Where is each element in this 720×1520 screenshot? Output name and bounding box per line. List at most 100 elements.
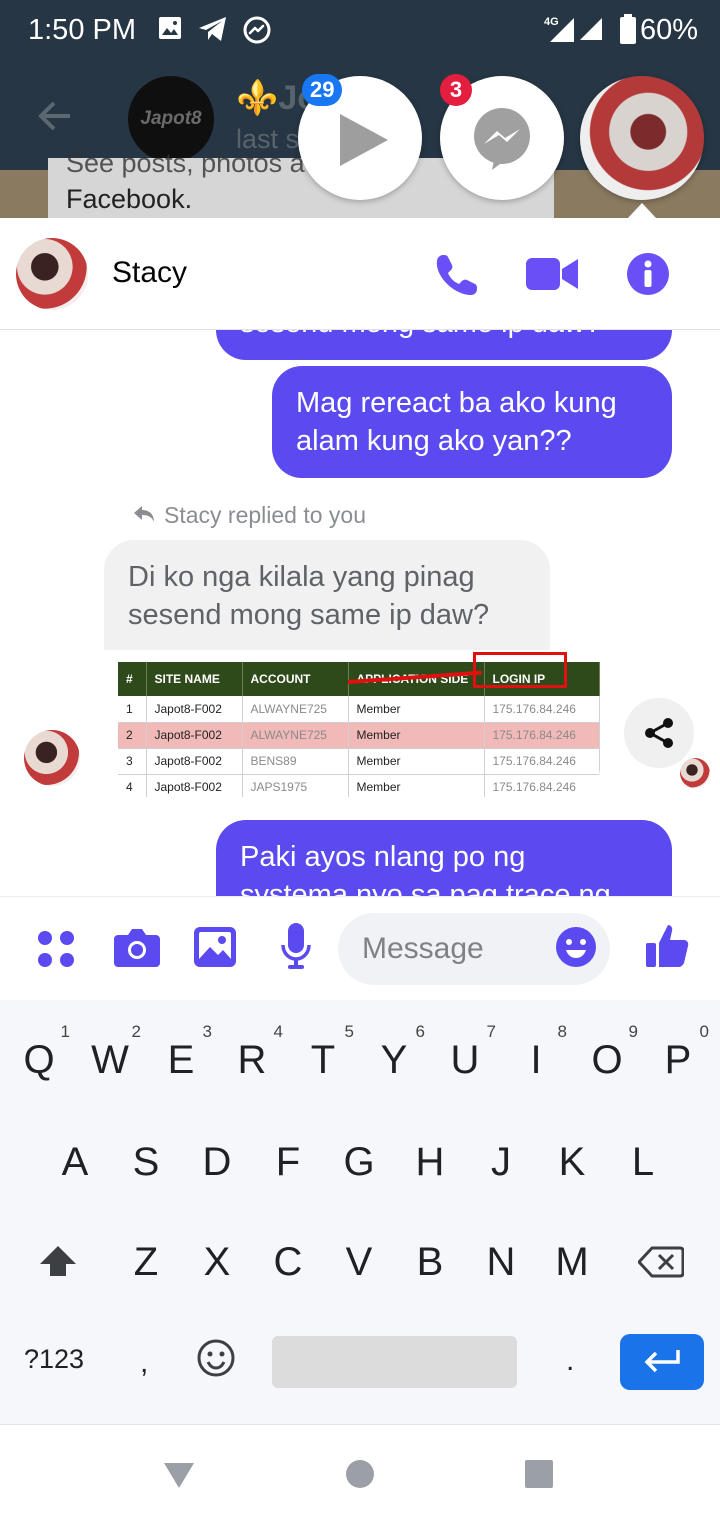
key-i[interactable]: I8 — [501, 1022, 571, 1084]
background-card-line2: Facebook. — [66, 184, 193, 214]
backspace-icon — [637, 1246, 685, 1278]
info-icon[interactable] — [626, 252, 670, 301]
key-z[interactable]: Z — [111, 1238, 181, 1286]
message-bubble-out[interactable]: sesend mong same ip daw? — [216, 330, 672, 360]
key-e[interactable]: E3 — [146, 1022, 216, 1084]
key-n[interactable]: N — [466, 1238, 536, 1286]
battery-percentage: 60% — [639, 14, 698, 46]
video-call-icon[interactable] — [526, 256, 578, 297]
messenger-icon — [474, 108, 530, 170]
key-m[interactable]: M — [537, 1238, 607, 1286]
key-a[interactable]: A — [40, 1138, 110, 1186]
period-key[interactable]: . — [566, 1344, 574, 1378]
key-x[interactable]: X — [182, 1238, 252, 1286]
enter-key[interactable] — [620, 1334, 704, 1390]
share-button[interactable] — [624, 698, 694, 768]
space-key[interactable] — [272, 1336, 517, 1388]
back-triangle-icon — [164, 1463, 194, 1488]
play-icon — [340, 114, 388, 166]
seen-avatar — [680, 758, 710, 788]
microphone-icon[interactable] — [280, 923, 312, 974]
table-cell: BENS89 — [242, 748, 349, 775]
svg-text:4G: 4G — [544, 16, 559, 28]
symbols-key[interactable]: ?123 — [24, 1344, 84, 1375]
message-list[interactable]: sesend mong same ip daw? Mag rereact ba … — [0, 330, 720, 896]
key-c[interactable]: C — [253, 1238, 323, 1286]
message-text-line1: Paki ayos nlang po ng — [240, 841, 526, 873]
key-label: U — [450, 1038, 480, 1082]
chathead-pointer — [628, 203, 656, 218]
shift-key[interactable] — [38, 1244, 78, 1283]
key-p[interactable]: P0 — [643, 1022, 713, 1084]
chat-panel: Stacy sesend mong same ip daw? Mag rerea… — [0, 218, 720, 1000]
key-label: T — [310, 1038, 336, 1082]
shift-icon — [40, 1246, 76, 1276]
key-hint: 1 — [60, 1022, 70, 1041]
message-bubble-out[interactable]: Mag rereact ba ako kung alam kung ako ya… — [272, 366, 672, 478]
key-u[interactable]: U7 — [430, 1022, 500, 1084]
table-cell: 175.176.84.246 — [484, 696, 600, 723]
key-f[interactable]: F — [253, 1138, 323, 1186]
back-arrow-icon — [36, 98, 72, 139]
table-cell: 175.176.84.246 — [484, 774, 600, 797]
image-attachment[interactable]: # SITE NAME ACCOUNT APPLICATION SIDE LOG… — [104, 650, 600, 797]
menu-dots-icon[interactable] — [36, 929, 76, 974]
key-j[interactable]: J — [466, 1138, 536, 1186]
video-chathead[interactable]: 29 — [298, 74, 422, 200]
key-s[interactable]: S — [111, 1138, 181, 1186]
gallery-icon[interactable] — [194, 927, 236, 972]
table-cell: Japot8-F002 — [146, 748, 243, 775]
table-cell: 3 — [118, 748, 147, 775]
key-w[interactable]: W2 — [75, 1022, 145, 1084]
message-text: Di ko nga kilala yang pinag sesend mong … — [128, 561, 490, 631]
key-d[interactable]: D — [182, 1138, 252, 1186]
key-label: O — [591, 1038, 623, 1082]
key-hint: 4 — [273, 1022, 283, 1041]
back-nav-button[interactable] — [162, 1461, 196, 1494]
key-l[interactable]: L — [608, 1138, 678, 1186]
contact-name[interactable]: Stacy — [112, 256, 187, 290]
messenger-status-icon — [242, 16, 272, 51]
table-cell: Member — [348, 722, 485, 749]
key-b[interactable]: B — [395, 1238, 465, 1286]
key-label: R — [237, 1038, 267, 1082]
comma-key[interactable]: , — [140, 1346, 148, 1380]
key-k[interactable]: K — [537, 1138, 607, 1186]
table-cell: Japot8-F002 — [146, 774, 243, 797]
like-icon[interactable] — [646, 923, 690, 974]
message-bubble-out[interactable]: Paki ayos nlang po ng systema nyo sa pag… — [216, 820, 672, 896]
key-h[interactable]: H — [395, 1138, 465, 1186]
emoji-key[interactable] — [196, 1338, 236, 1383]
key-r[interactable]: R4 — [217, 1022, 287, 1084]
table-row: 4 Japot8-F002 JAPS1975 Member 175.176.84… — [118, 774, 600, 797]
share-icon — [645, 718, 673, 748]
key-label: E — [167, 1038, 195, 1082]
emoji-icon[interactable] — [556, 927, 596, 972]
contact-avatar[interactable] — [16, 238, 88, 310]
enter-icon — [644, 1350, 680, 1373]
messenger-badge: 3 — [440, 74, 472, 106]
key-hint: 5 — [344, 1022, 354, 1041]
background-card-line1: See posts, photos a — [66, 148, 305, 178]
key-o[interactable]: O9 — [572, 1022, 642, 1084]
signal-icon — [580, 16, 604, 47]
table-cell: Member — [348, 696, 485, 723]
key-v[interactable]: V — [324, 1238, 394, 1286]
table-row: 1 Japot8-F002 ALWAYNE725 Member 175.176.… — [118, 696, 600, 723]
key-g[interactable]: G — [324, 1138, 394, 1186]
camera-icon[interactable] — [114, 927, 160, 972]
table-header: ACCOUNT — [242, 662, 349, 696]
emoji-smile-icon — [197, 1339, 235, 1377]
key-y[interactable]: Y6 — [359, 1022, 429, 1084]
home-nav-button[interactable] — [345, 1459, 375, 1494]
phone-icon[interactable] — [434, 252, 478, 301]
stacy-chathead[interactable] — [580, 76, 704, 200]
key-q[interactable]: Q1 — [4, 1022, 74, 1084]
sender-avatar[interactable] — [24, 730, 80, 786]
messenger-chathead[interactable]: 3 — [440, 74, 564, 200]
recents-nav-button[interactable] — [524, 1459, 554, 1494]
key-hint: 9 — [628, 1022, 638, 1041]
message-text-line2: systema nyo sa pag trace ng — [240, 879, 611, 896]
key-t[interactable]: T5 — [288, 1022, 358, 1084]
backspace-key[interactable] — [637, 1246, 685, 1283]
